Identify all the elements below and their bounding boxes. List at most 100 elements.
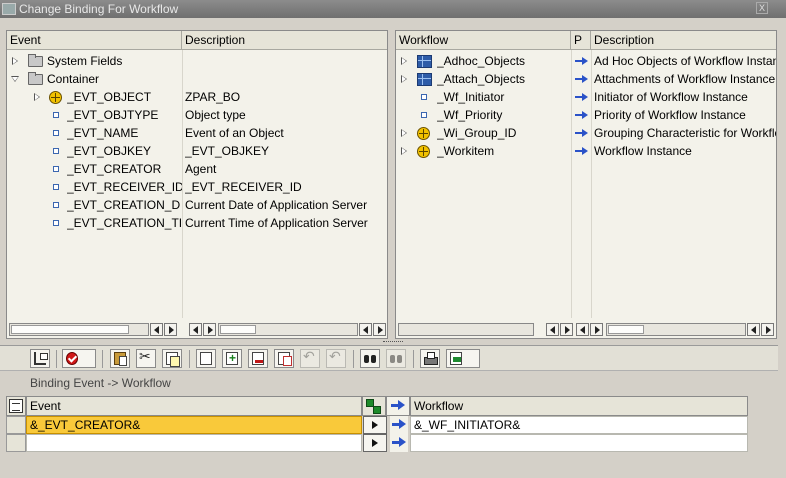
event-binding-cell[interactable]: &_EVT_CREATOR& — [26, 416, 362, 434]
splitter-grip[interactable] — [383, 341, 403, 344]
tree-row[interactable]: _EVT_CREATION_TI Current Time of Applicat… — [7, 214, 387, 232]
copy-button[interactable] — [162, 349, 182, 368]
tree-node-description: Agent — [185, 162, 217, 176]
scrollbar-thumb[interactable] — [220, 325, 256, 334]
arrow-right-icon — [389, 397, 407, 415]
push-button[interactable] — [363, 434, 387, 452]
scroll-right-button[interactable] — [560, 323, 573, 336]
find-next-button[interactable] — [386, 349, 406, 368]
tree-row[interactable]: _Attach_Objects Attachments of Workflow I… — [396, 70, 776, 88]
element-icon — [53, 220, 59, 226]
redo-icon — [329, 349, 342, 365]
scroll-right-button[interactable] — [761, 323, 774, 336]
print-button[interactable] — [420, 349, 440, 368]
row-selector[interactable] — [6, 416, 26, 434]
close-icon[interactable]: X — [756, 2, 768, 14]
tree-node-name: Container — [47, 72, 100, 86]
scrollbar-thumb[interactable] — [608, 325, 644, 334]
expand-icon[interactable] — [401, 129, 407, 137]
workflow-binding-cell[interactable]: &_WF_INITIATOR& — [410, 416, 748, 434]
pass-arrow-icon — [575, 75, 589, 83]
export-button[interactable] — [446, 349, 480, 368]
expand-icon[interactable] — [401, 147, 407, 155]
expand-icon[interactable] — [12, 57, 18, 65]
expand-icon[interactable] — [401, 57, 407, 65]
delete-row-button[interactable] — [248, 349, 268, 368]
description-column-scrollbar[interactable] — [218, 323, 358, 336]
element-icon — [53, 148, 59, 154]
tree-button[interactable] — [30, 349, 50, 368]
expand-icon[interactable] — [34, 93, 40, 101]
tree-row[interactable]: _Wf_Priority Priority of Workflow Instanc… — [396, 106, 776, 124]
tree-row[interactable]: _EVT_NAME Event of an Object — [7, 124, 387, 142]
tree-row[interactable]: _EVT_CREATION_D Current Date of Applicati… — [7, 196, 387, 214]
find-next-icon — [390, 352, 402, 365]
tree-row[interactable]: _EVT_OBJTYPE Object type — [7, 106, 387, 124]
event-column-scrollbar[interactable] — [9, 323, 149, 336]
tree-row[interactable]: System Fields — [7, 52, 387, 70]
tree-row[interactable]: _Workitem Workflow Instance — [396, 142, 776, 160]
tree-node-description: Ad Hoc Objects of Workflow Instance — [594, 54, 777, 68]
find-icon — [364, 352, 376, 365]
tree-node-name: _Wf_Initiator — [437, 90, 505, 104]
event-binding-cell[interactable] — [26, 434, 362, 452]
description-column-scrollbar[interactable] — [606, 323, 746, 336]
undo-button[interactable] — [300, 349, 320, 368]
tree-row[interactable]: _EVT_CREATOR Agent — [7, 160, 387, 178]
new-page-button[interactable] — [196, 349, 216, 368]
scroll-right-button[interactable] — [590, 323, 603, 336]
column-header-event[interactable]: Event — [7, 31, 182, 50]
object-icon — [417, 127, 430, 140]
workflow-binding-cell[interactable] — [410, 434, 748, 452]
element-icon — [421, 94, 427, 100]
scrollbar-thumb[interactable] — [11, 325, 129, 334]
parameter-cell — [572, 106, 591, 124]
column-header-description[interactable]: Description — [591, 31, 776, 50]
tree-row[interactable]: _Wf_Initiator Initiator of Workflow Insta… — [396, 88, 776, 106]
duplicate-button[interactable] — [274, 349, 294, 368]
tree-node-name: _EVT_NAME — [67, 126, 139, 140]
column-header-workflow[interactable]: Workflow — [410, 396, 748, 416]
insert-row-button[interactable] — [222, 349, 242, 368]
column-header-p[interactable]: P — [571, 31, 591, 50]
workflow-column-scrollbar[interactable] — [398, 323, 534, 336]
tree-row[interactable]: _EVT_OBJKEY _EVT_OBJKEY — [7, 142, 387, 160]
find-button[interactable] — [360, 349, 380, 368]
match-icon — [366, 399, 382, 414]
export-icon — [450, 352, 462, 365]
row-selector[interactable] — [6, 434, 26, 452]
print-icon — [424, 352, 438, 365]
select-all-button[interactable] — [6, 396, 26, 416]
cut-button[interactable] — [136, 349, 156, 368]
tree-row[interactable]: _EVT_RECEIVER_ID _EVT_RECEIVER_ID — [7, 178, 387, 196]
check-button[interactable] — [62, 349, 96, 368]
tree-row[interactable]: _Wi_Group_ID Grouping Characteristic for … — [396, 124, 776, 142]
scroll-left-button[interactable] — [546, 323, 559, 336]
scroll-left-button[interactable] — [747, 323, 760, 336]
collapse-icon[interactable] — [11, 76, 19, 82]
column-header-workflow[interactable]: Workflow — [396, 31, 571, 50]
scroll-right-button[interactable] — [164, 323, 177, 336]
redo-button[interactable] — [326, 349, 346, 368]
scroll-left-button[interactable] — [150, 323, 163, 336]
push-button[interactable] — [363, 416, 387, 434]
scroll-right-button[interactable] — [373, 323, 386, 336]
tree-row[interactable]: _EVT_OBJECT ZPAR_BO — [7, 88, 387, 106]
tree-row[interactable]: Container — [7, 70, 387, 88]
pass-arrow-icon — [575, 111, 589, 119]
column-header-description[interactable]: Description — [182, 31, 387, 50]
binding-label: Binding Event -> Workflow — [30, 376, 171, 390]
column-header-event[interactable]: Event — [26, 396, 362, 416]
tree-icon — [34, 352, 48, 365]
scroll-left-button[interactable] — [576, 323, 589, 336]
pass-arrow-icon — [575, 129, 589, 137]
scroll-left-button[interactable] — [189, 323, 202, 336]
tree-row[interactable]: _Adhoc_Objects Ad Hoc Objects of Workflow… — [396, 52, 776, 70]
table-icon — [417, 55, 432, 68]
match-button[interactable] — [362, 396, 386, 416]
tree-node-description: Workflow Instance — [594, 144, 692, 158]
expand-icon[interactable] — [401, 75, 407, 83]
paste-button[interactable] — [110, 349, 130, 368]
scroll-right-button[interactable] — [203, 323, 216, 336]
scroll-left-button[interactable] — [359, 323, 372, 336]
